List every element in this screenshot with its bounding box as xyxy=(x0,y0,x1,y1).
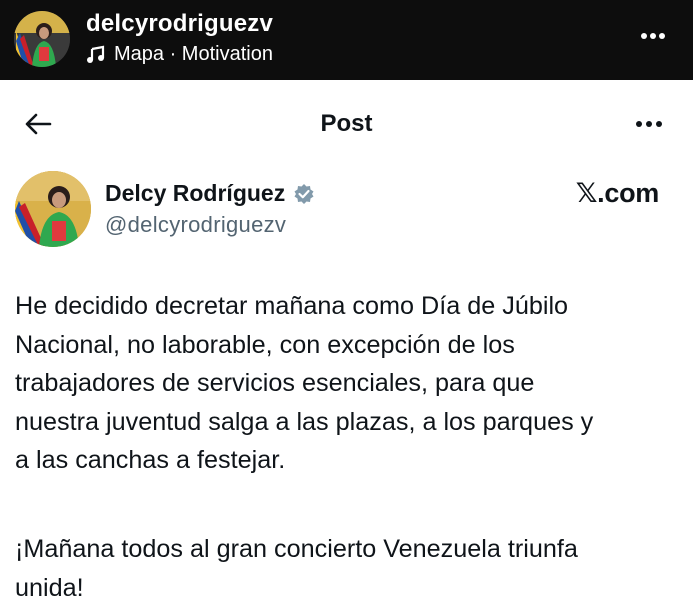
author-name[interactable]: Delcy Rodríguez xyxy=(105,180,315,207)
page-title: Post xyxy=(320,110,373,137)
story-avatar[interactable] xyxy=(14,11,70,67)
author-avatar[interactable] xyxy=(15,171,91,247)
post-text: He decidido decretar mañana como Día de … xyxy=(15,292,594,474)
more-horizontal-icon xyxy=(636,121,662,127)
story-username[interactable]: delcyrodriguezv xyxy=(86,10,273,38)
post-header: Post xyxy=(0,80,693,166)
avatar-image xyxy=(14,11,70,67)
post-more-button[interactable] xyxy=(629,110,669,138)
source-label: 𝕏.com xyxy=(575,178,660,208)
more-horizontal-icon xyxy=(641,33,665,39)
music-label: Mapa · Motivation xyxy=(114,43,273,65)
verified-badge-icon xyxy=(294,183,314,204)
music-note-icon xyxy=(87,45,105,63)
story-more-button[interactable] xyxy=(633,22,673,50)
post-text-secondary: ¡Mañana todos al gran concierto Venezuel… xyxy=(15,535,578,600)
author-handle[interactable]: @delcyrodriguezv xyxy=(105,212,286,238)
story-music[interactable]: Mapa · Motivation xyxy=(86,43,273,66)
avatar-image xyxy=(15,171,91,247)
story-bar: delcyrodriguezv Mapa · Motivation xyxy=(0,0,693,80)
author-name-label: Delcy Rodríguez xyxy=(105,180,286,206)
